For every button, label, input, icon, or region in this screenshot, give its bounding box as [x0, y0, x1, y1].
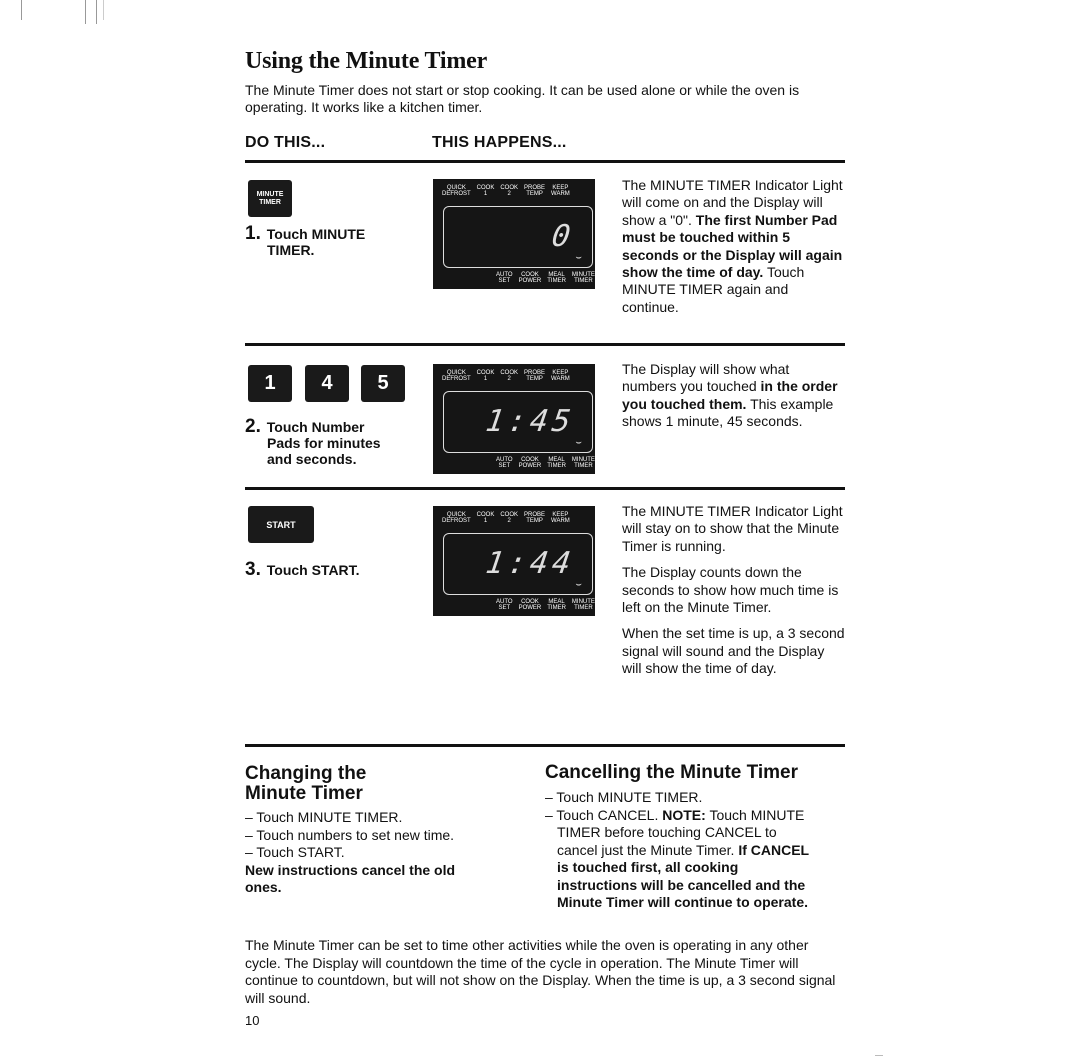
number-pad-1: 1	[248, 365, 292, 402]
display-top-labels: QUICK DEFROST COOK 1 COOK 2 PROBE TEMP KEEP WARM	[439, 185, 573, 197]
oven-display: QUICK DEFROST COOK 1 COOK 2 PROBE TEMP KEEP WARM …	[433, 506, 595, 616]
display-digits: 1:45	[483, 404, 577, 439]
cancelling-section-title: Cancelling the Minute Timer	[545, 762, 799, 783]
divider	[245, 487, 845, 490]
display-label: MINUTE TIMER	[571, 457, 595, 469]
number-pad-5: 5	[361, 365, 405, 402]
display-top-labels: QUICK DEFROST COOK 1 COOK 2 PROBE TEMP KEEP WARM	[439, 512, 573, 524]
indicator-icon: ⌣	[575, 579, 582, 590]
step-3-instruction: 3. Touch START.	[245, 559, 360, 580]
display-label: QUICK DEFROST	[442, 512, 471, 524]
display-label: QUICK DEFROST	[442, 185, 471, 197]
display-label: MINUTE TIMER	[571, 272, 595, 284]
cancelling-steps: – Touch MINUTE TIMER. – Touch CANCEL. NO…	[545, 789, 815, 912]
display-label: KEEP WARM	[551, 185, 570, 197]
display-bottom-labels: AUTO SET COOK POWER MEAL TIMER MINUTE TIMER	[493, 457, 598, 469]
scan-mark	[21, 0, 22, 20]
step-1-description: The MINUTE TIMER Indicator Light will co…	[622, 177, 843, 315]
indicator-icon: ⌣	[575, 252, 582, 263]
scan-mark	[85, 0, 86, 24]
number-pad-4: 4	[305, 365, 349, 402]
display-label: COOK 1	[476, 512, 495, 524]
column-header-do-this: DO THIS...	[245, 134, 326, 151]
display-label: QUICK DEFROST	[442, 370, 471, 382]
start-pad: START	[248, 506, 314, 543]
scan-mark	[103, 0, 104, 20]
display-bottom-labels: AUTO SET COOK POWER MEAL TIMER MINUTE TIMER	[493, 599, 598, 611]
divider	[245, 744, 845, 747]
list-item: – Touch START.	[245, 844, 345, 860]
column-header-this-happens: THIS HAPPENS...	[432, 134, 567, 151]
display-label: COOK 2	[500, 185, 519, 197]
scan-mark	[875, 1055, 883, 1056]
scan-mark	[96, 0, 97, 24]
step-2-instruction: 2. Touch Number Pads for minutes and sec…	[245, 416, 381, 467]
display-bottom-labels: AUTO SET COOK POWER MEAL TIMER MINUTE TIMER	[493, 272, 598, 284]
divider	[245, 160, 845, 163]
intro-paragraph: The Minute Timer does not start or stop …	[245, 82, 800, 115]
oven-display: QUICK DEFROST COOK 1 COOK 2 PROBE TEMP KEEP WARM …	[433, 179, 595, 289]
display-label: COOK 2	[500, 370, 519, 382]
display-window: 1:44 ⌣	[443, 533, 593, 595]
changing-steps: – Touch MINUTE TIMER. – Touch numbers to…	[245, 809, 500, 897]
display-top-labels: QUICK DEFROST COOK 1 COOK 2 PROBE TEMP KEEP WARM	[439, 370, 573, 382]
display-label: COOK POWER	[518, 272, 542, 284]
display-label: AUTO SET	[496, 272, 513, 284]
oven-display: QUICK DEFROST COOK 1 COOK 2 PROBE TEMP KEEP WARM …	[433, 364, 595, 474]
divider	[245, 343, 845, 346]
display-label: COOK POWER	[518, 457, 542, 469]
display-label: PROBE TEMP	[524, 185, 546, 197]
list-item: – Touch numbers to set new time.	[245, 826, 455, 843]
display-digits: 1:44	[483, 546, 577, 581]
list-item: – Touch CANCEL. NOTE: Touch MINUTE TIMER…	[545, 806, 809, 911]
step-2-description: The Display will show what numbers you t…	[622, 361, 838, 430]
display-label: MEAL TIMER	[547, 599, 566, 611]
minute-timer-pad: MINUTE TIMER	[248, 180, 292, 217]
footer-paragraph: The Minute Timer can be set to time othe…	[245, 937, 836, 1006]
display-label: MEAL TIMER	[547, 272, 566, 284]
display-label: MEAL TIMER	[547, 457, 566, 469]
display-label: COOK POWER	[518, 599, 542, 611]
display-label: KEEP WARM	[551, 370, 570, 382]
display-label: AUTO SET	[496, 599, 513, 611]
display-label: COOK 1	[476, 370, 495, 382]
list-item: – Touch MINUTE TIMER.	[545, 789, 703, 805]
display-label: PROBE TEMP	[524, 512, 546, 524]
display-window: 0 ⌣	[443, 206, 593, 268]
display-label: COOK 2	[500, 512, 519, 524]
display-digits: 0	[549, 219, 577, 254]
page-number: 10	[245, 1013, 260, 1028]
page-title: Using the Minute Timer	[245, 48, 488, 74]
display-label: PROBE TEMP	[524, 370, 546, 382]
display-label: KEEP WARM	[551, 512, 570, 524]
step-1-instruction: 1. Touch MINUTE TIMER.	[245, 223, 366, 258]
step-3-description: The MINUTE TIMER Indicator Light will st…	[622, 503, 845, 677]
list-item: – Touch MINUTE TIMER.	[245, 809, 403, 825]
display-label: COOK 1	[476, 185, 495, 197]
changing-section-title: Changing the Minute Timer	[245, 763, 367, 804]
display-label: AUTO SET	[496, 457, 513, 469]
indicator-icon: ⌣	[575, 437, 582, 448]
display-label: MINUTE TIMER	[571, 599, 595, 611]
display-window: 1:45 ⌣	[443, 391, 593, 453]
changing-note: New instructions cancel the old ones.	[245, 861, 456, 896]
